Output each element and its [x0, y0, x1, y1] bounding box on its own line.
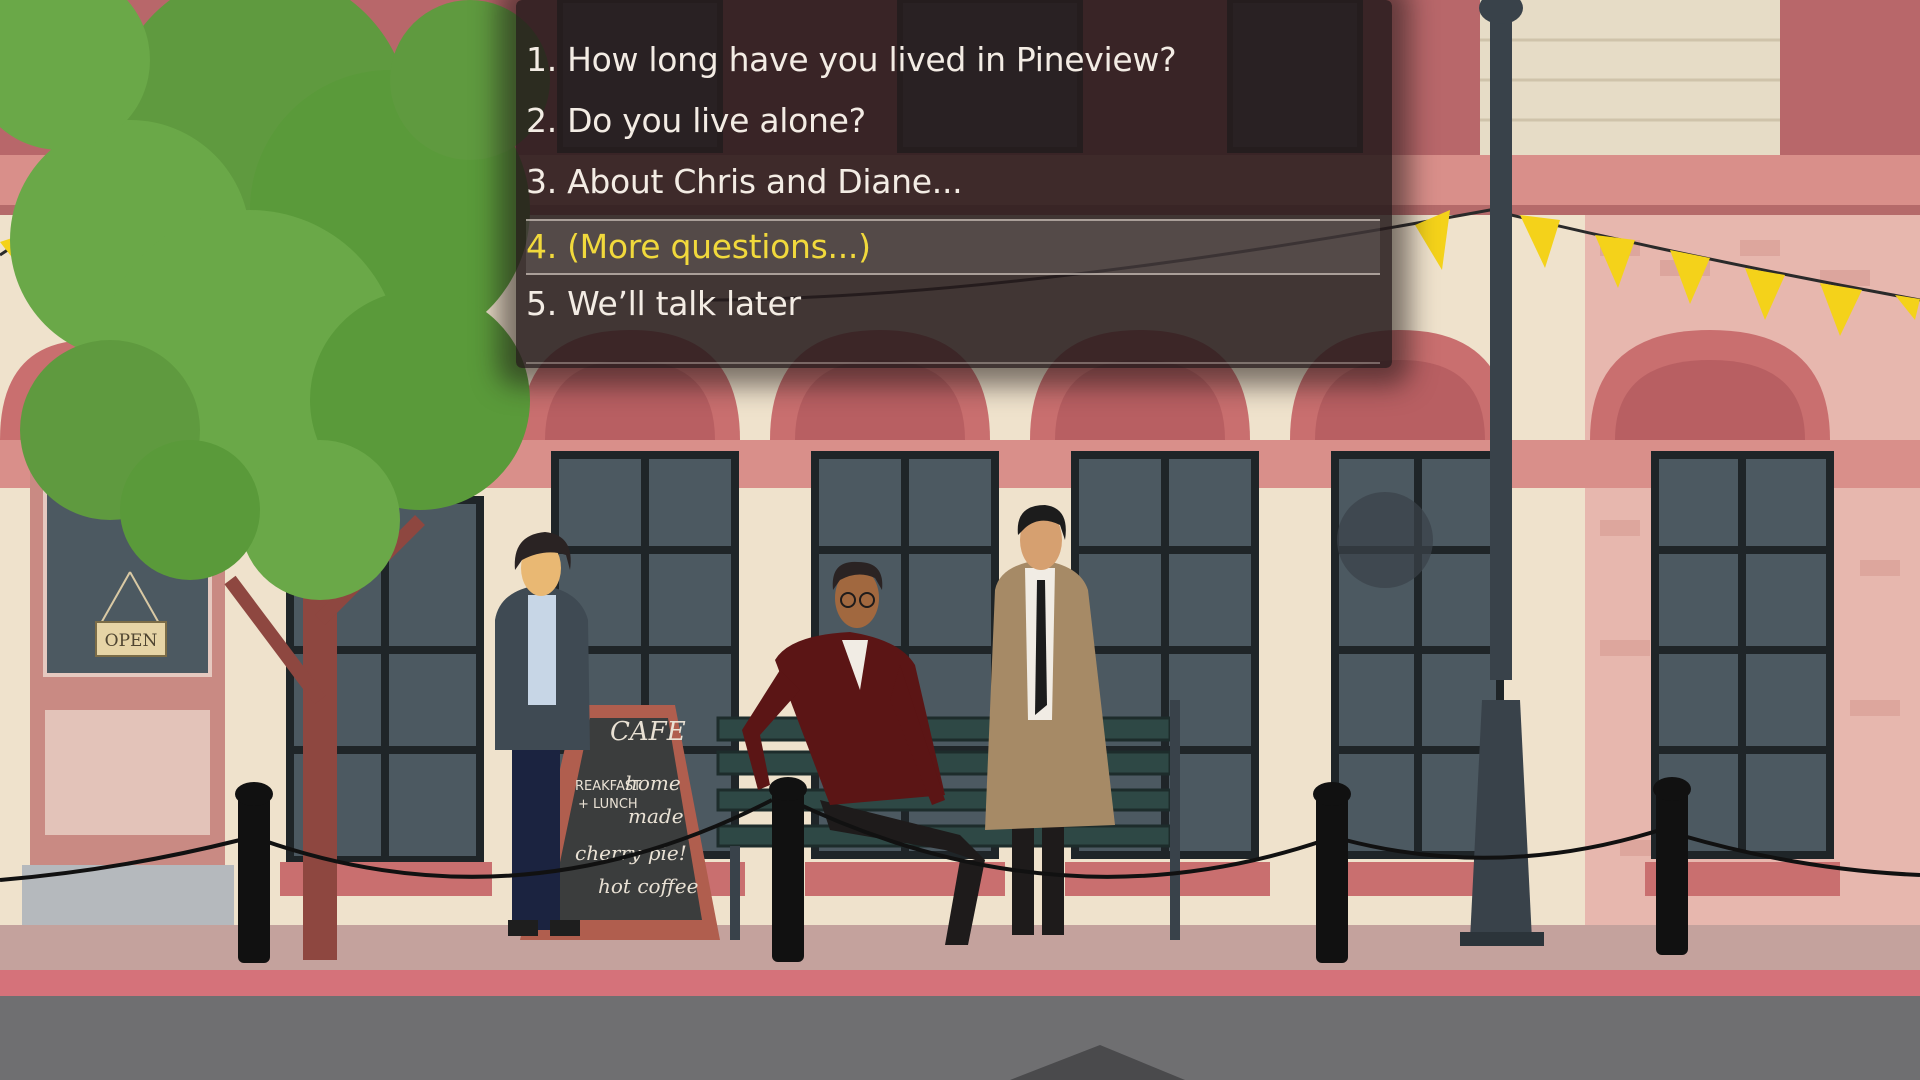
svg-text:made: made [628, 804, 684, 828]
dialogue-option-4[interactable]: 4. (More questions...) [526, 219, 1380, 275]
lamp-post [1490, 0, 1512, 680]
dialogue-option-3[interactable]: 3. About Chris and Diane... [526, 156, 1380, 208]
dialogue-option-2[interactable]: 2. Do you live alone? [526, 95, 1380, 147]
dialogue-option-1[interactable]: 1. How long have you lived in Pineview? [526, 34, 1380, 86]
dialogue-option-5[interactable]: 5. We’ll talk later [526, 278, 1380, 330]
dialogue-menu: 1. How long have you lived in Pineview? … [516, 0, 1392, 368]
open-sign-text: OPEN [105, 631, 158, 651]
road [0, 996, 1920, 1080]
cafe-board-title: CAFE [610, 717, 686, 747]
svg-text:home: home [625, 771, 681, 795]
upper-siding [1480, 0, 1780, 155]
door-panel [45, 710, 210, 835]
dialogue-divider [526, 362, 1380, 364]
curb [0, 970, 1920, 996]
svg-text:hot coffee: hot coffee [598, 874, 698, 898]
lamp-shadow-globe [1337, 492, 1433, 588]
